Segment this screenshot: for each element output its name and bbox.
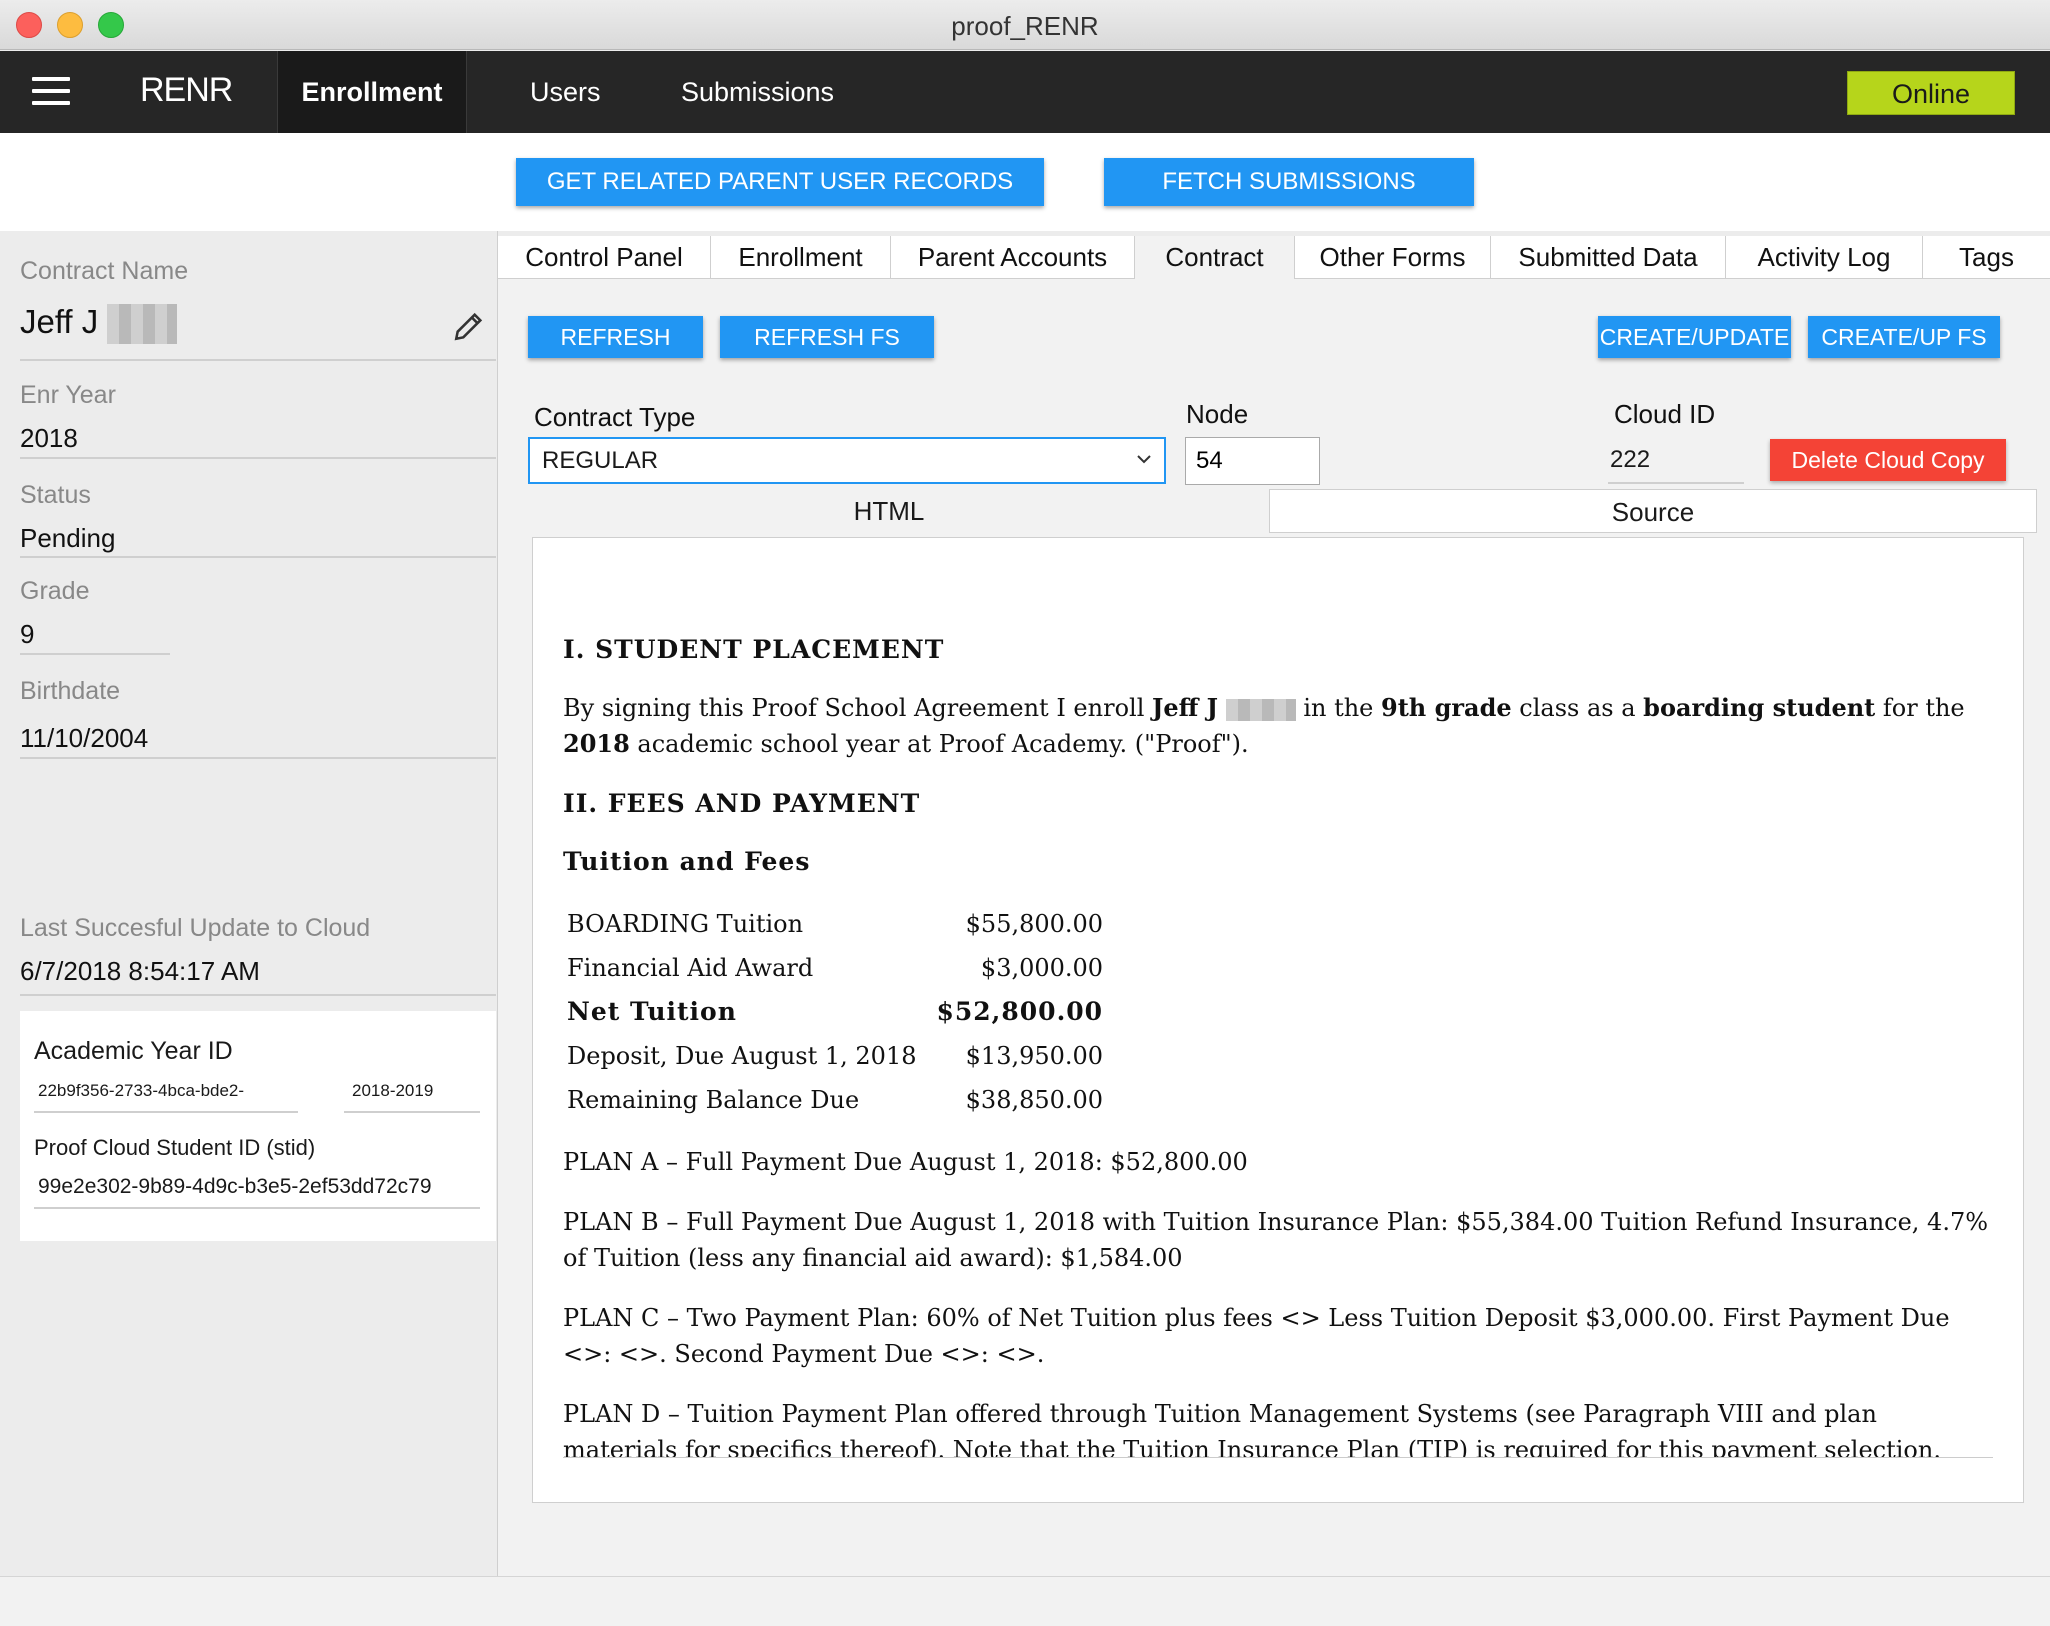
status-value: Pending: [20, 523, 116, 553]
academic-year-value: 2018-2019: [352, 1081, 434, 1100]
divider: [1608, 482, 1744, 484]
action-bar: GET RELATED PARENT USER RECORDS FETCH SU…: [0, 133, 2050, 231]
cloud-id-value: 222: [1610, 446, 1651, 473]
divider: [20, 653, 170, 655]
refresh-fs-button[interactable]: REFRESH FS: [720, 316, 934, 358]
divider: [20, 994, 496, 996]
redacted-name-block: [1225, 698, 1296, 721]
create-up-fs-button[interactable]: CREATE/UP FS: [1808, 316, 2000, 358]
divider: [34, 1207, 480, 1209]
birthdate-value: 11/10/2004: [20, 723, 149, 753]
top-nav: RENR Enrollment Users Submissions Online: [0, 51, 2050, 133]
node-input[interactable]: [1185, 437, 1320, 485]
plan-c-paragraph: PLAN C – Two Payment Plan: 60% of Net Tu…: [563, 1304, 1950, 1368]
contract-document: I. STUDENT PLACEMENT By signing this Pro…: [563, 632, 1993, 1458]
grade-value: 9: [20, 619, 35, 649]
redacted-name-block: [107, 304, 178, 345]
cloud-ids-card: Academic Year ID 22b9f356-2733-4bca-bde2…: [20, 1011, 496, 1241]
delete-cloud-copy-button[interactable]: Delete Cloud Copy: [1770, 439, 2006, 481]
contract-type-label: Contract Type: [534, 402, 696, 432]
fetch-submissions-button[interactable]: FETCH SUBMISSIONS: [1104, 158, 1474, 206]
get-related-parent-records-button[interactable]: GET RELATED PARENT USER RECORDS: [516, 158, 1044, 206]
divider: [20, 757, 496, 759]
subtab-source[interactable]: Source: [1269, 489, 2037, 533]
cloud-id-label: Cloud ID: [1614, 399, 1716, 429]
status-label: Status: [20, 481, 91, 509]
divider: [34, 1111, 298, 1113]
last-update-value: 6/7/2018 8:54:17 AM: [20, 956, 260, 986]
plan-b-paragraph: PLAN B – Full Payment Due August 1, 2018…: [563, 1208, 1989, 1272]
table-row: Deposit, Due August 1, 2018 $13,950.00: [567, 1042, 1104, 1070]
placement-paragraph: By signing this Proof School Agreement I…: [563, 693, 1965, 758]
tab-tags[interactable]: Tags: [1923, 236, 2050, 279]
contract-name-value: Jeff J: [20, 303, 178, 345]
chevron-down-icon: [1137, 455, 1151, 464]
divider: [20, 556, 496, 558]
subsection-heading: Tuition and Fees: [563, 847, 811, 876]
section-heading: I. STUDENT PLACEMENT: [563, 635, 945, 664]
window-title: proof_RENR: [951, 11, 1099, 41]
hamburger-menu-icon[interactable]: [32, 77, 70, 105]
edit-pencil-icon[interactable]: [452, 309, 486, 343]
contract-type-value: REGULAR: [542, 447, 659, 474]
divider: [344, 1111, 480, 1113]
section-heading: II. FEES AND PAYMENT: [563, 789, 921, 818]
table-row: Financial Aid Award $3,000.00: [567, 954, 1104, 982]
tab-parent-accounts[interactable]: Parent Accounts: [891, 236, 1135, 279]
status-bar: [0, 1576, 2050, 1626]
nav-tab-enrollment[interactable]: Enrollment: [277, 51, 467, 133]
divider: [20, 457, 496, 459]
birthdate-label: Birthdate: [20, 677, 121, 705]
student-info-panel: Contract Name Jeff J Enr Year 2018 Statu…: [0, 231, 498, 1576]
tab-enrollment[interactable]: Enrollment: [711, 236, 891, 279]
stid-value: 99e2e302-9b89-4d9c-b3e5-2ef53dd72c79: [38, 1175, 432, 1198]
tab-submitted-data[interactable]: Submitted Data: [1491, 236, 1726, 279]
plan-a-paragraph: PLAN A – Full Payment Due August 1, 2018…: [563, 1148, 1248, 1176]
subtab-html[interactable]: HTML: [509, 489, 1269, 533]
last-update-label: Last Succesful Update to Cloud: [20, 914, 371, 942]
grade-label: Grade: [20, 577, 90, 605]
tab-contract[interactable]: Contract: [1135, 236, 1295, 280]
tab-activity-log[interactable]: Activity Log: [1726, 236, 1923, 279]
table-row: Remaining Balance Due $38,850.00: [567, 1086, 1104, 1114]
record-tabs: Control Panel Enrollment Parent Accounts…: [498, 236, 2050, 280]
table-row: BOARDING Tuition $55,800.00: [567, 910, 1104, 938]
plan-d-paragraph: PLAN D – Tuition Payment Plan offered th…: [563, 1400, 1941, 1458]
window-titlebar: proof_RENR: [0, 0, 2050, 50]
tab-control-panel[interactable]: Control Panel: [498, 236, 711, 279]
stid-label: Proof Cloud Student ID (stid): [34, 1135, 316, 1160]
node-label: Node: [1186, 399, 1249, 429]
online-status-badge: Online: [1847, 71, 2015, 115]
academic-year-id-value: 22b9f356-2733-4bca-bde2-: [38, 1081, 245, 1100]
contract-html-view[interactable]: I. STUDENT PLACEMENT By signing this Pro…: [532, 537, 2024, 1503]
contract-type-select[interactable]: REGULAR: [528, 437, 1166, 484]
academic-year-id-label: Academic Year ID: [34, 1037, 233, 1065]
enr-year-label: Enr Year: [20, 381, 116, 409]
fees-table: BOARDING Tuition $55,800.00 Financial Aid…: [567, 902, 1103, 1122]
contract-name-label: Contract Name: [20, 257, 189, 285]
divider: [20, 359, 496, 361]
refresh-button[interactable]: REFRESH: [528, 316, 703, 358]
nav-tab-users[interactable]: Users: [530, 51, 601, 133]
create-update-button[interactable]: CREATE/UPDATE: [1598, 316, 1791, 358]
table-row: Net Tuition $52,800.00: [567, 997, 1104, 1026]
brand-logo: RENR: [140, 71, 233, 109]
tab-other-forms[interactable]: Other Forms: [1295, 236, 1491, 279]
nav-tab-submissions[interactable]: Submissions: [681, 51, 834, 133]
enr-year-value: 2018: [20, 423, 78, 453]
